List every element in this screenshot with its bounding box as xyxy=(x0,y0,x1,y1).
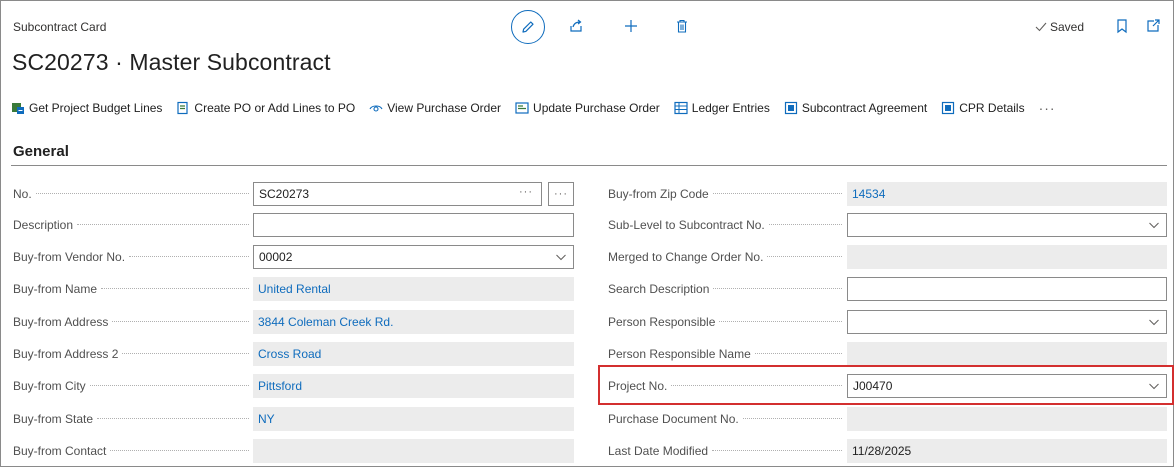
action-label: CPR Details xyxy=(959,101,1025,115)
more-actions-button[interactable]: ··· xyxy=(1039,100,1056,116)
card-type-label: Subcontract Card xyxy=(13,20,107,34)
buy-from-name-value[interactable]: United Rental xyxy=(253,277,574,301)
no-assist-button[interactable]: ··· xyxy=(548,182,574,206)
no-value: SC20273 xyxy=(259,187,310,201)
delete-button[interactable] xyxy=(672,16,692,36)
action-label: Subcontract Agreement xyxy=(801,101,928,115)
buy-from-address-2-value[interactable]: Cross Road xyxy=(253,342,574,366)
share-icon xyxy=(570,19,582,32)
vendor-no-value: 00002 xyxy=(259,250,293,264)
create-po-button[interactable]: Create PO or Add Lines to PO xyxy=(176,101,355,115)
search-description-field[interactable] xyxy=(847,277,1167,301)
subcontract-card-page: Subcontract Card SC20273 · Master Subcon… xyxy=(0,0,1174,467)
action-label: Create PO or Add Lines to PO xyxy=(194,101,356,115)
new-button[interactable] xyxy=(621,16,641,36)
ledger-entries-button[interactable]: Ledger Entries xyxy=(674,101,770,115)
bookmark-button[interactable] xyxy=(1115,18,1129,37)
field-label-merged-change-order: Merged to Change Order No. xyxy=(608,245,842,269)
field-label-buy-from-state: Buy-from State xyxy=(13,407,249,431)
buy-from-contact-value[interactable] xyxy=(253,439,574,463)
field-label-last-date-modified: Last Date Modified xyxy=(608,439,842,463)
field-label-buy-from-city: Buy-from City xyxy=(13,374,249,398)
open-new-window-button[interactable] xyxy=(1145,18,1161,37)
person-responsible-name-value[interactable] xyxy=(847,342,1167,366)
action-label: Ledger Entries xyxy=(691,101,770,115)
page-corner-actions xyxy=(1115,18,1161,37)
open-in-new-window-icon xyxy=(1147,19,1160,32)
checkmark-icon xyxy=(1035,22,1047,32)
update-purchase-order-button[interactable]: Update Purchase Order xyxy=(515,101,660,115)
report-icon xyxy=(942,101,955,115)
zip-code-value[interactable]: 14534 xyxy=(847,182,1167,206)
project-no-highlight-box xyxy=(598,365,1174,405)
field-label-buy-from-address-2: Buy-from Address 2 xyxy=(13,342,249,366)
view-icon xyxy=(369,105,383,112)
buy-from-state-value[interactable]: NY xyxy=(253,407,574,431)
field-label-purchase-document-no: Purchase Document No. xyxy=(608,407,842,431)
last-date-modified-value: 11/28/2025 xyxy=(847,439,1167,463)
field-label-no: No. xyxy=(13,182,249,206)
page-title: SC20273 · Master Subcontract xyxy=(12,49,331,75)
field-label-person-responsible-name: Person Responsible Name xyxy=(608,342,842,366)
description-field[interactable] xyxy=(253,213,574,237)
no-field[interactable]: SC20273 ··· xyxy=(253,182,542,206)
buy-from-city-value[interactable]: Pittsford xyxy=(253,374,574,398)
sub-level-dropdown[interactable] xyxy=(847,213,1167,237)
ledger-icon xyxy=(674,101,688,115)
field-label-vendor-no: Buy-from Vendor No. xyxy=(13,245,249,269)
field-label-buy-from-name: Buy-from Name xyxy=(13,277,249,301)
cpr-details-button[interactable]: CPR Details xyxy=(941,101,1025,115)
subcontract-agreement-button[interactable]: Subcontract Agreement xyxy=(784,101,927,115)
section-divider xyxy=(11,165,1167,166)
trash-icon xyxy=(677,19,687,33)
field-label-buy-from-address: Buy-from Address xyxy=(13,310,249,334)
section-title-general: General xyxy=(13,143,69,160)
share-button[interactable] xyxy=(566,16,586,36)
edit-button[interactable] xyxy=(511,10,545,44)
saved-status: Saved xyxy=(1035,20,1084,34)
saved-label: Saved xyxy=(1050,20,1085,34)
chevron-down-icon xyxy=(556,254,566,261)
assist-edit-icon[interactable]: ··· xyxy=(519,186,533,198)
action-label: Update Purchase Order xyxy=(533,101,660,115)
field-label-search-description: Search Description xyxy=(608,277,842,301)
get-project-budget-lines-button[interactable]: Get Project Budget Lines xyxy=(11,101,162,115)
pencil-icon xyxy=(522,21,534,33)
purchase-document-no-value[interactable] xyxy=(847,407,1167,431)
plus-icon xyxy=(625,20,637,32)
update-po-icon xyxy=(515,102,529,114)
merged-change-order-value[interactable] xyxy=(847,245,1167,269)
budget-lines-icon xyxy=(12,103,24,114)
field-label-sub-level: Sub-Level to Subcontract No. xyxy=(608,213,842,237)
action-bar: Get Project Budget Lines Create PO or Ad… xyxy=(11,96,1056,120)
report-icon xyxy=(784,101,797,115)
person-responsible-dropdown[interactable] xyxy=(847,310,1167,334)
chevron-down-icon xyxy=(1149,222,1159,229)
view-purchase-order-button[interactable]: View Purchase Order xyxy=(369,101,501,115)
field-label-description: Description xyxy=(13,213,249,237)
chevron-down-icon xyxy=(1149,319,1159,326)
buy-from-address-value[interactable]: 3844 Coleman Creek Rd. xyxy=(253,310,574,334)
action-label: View Purchase Order xyxy=(387,101,502,115)
field-label-buy-from-contact: Buy-from Contact xyxy=(13,439,249,463)
field-label-zip-code: Buy-from Zip Code xyxy=(608,182,842,206)
vendor-no-dropdown[interactable]: 00002 xyxy=(253,245,574,269)
create-po-icon xyxy=(177,101,189,115)
bookmark-icon xyxy=(1117,19,1127,34)
field-label-person-responsible: Person Responsible xyxy=(608,310,842,334)
action-label: Get Project Budget Lines xyxy=(29,101,163,115)
